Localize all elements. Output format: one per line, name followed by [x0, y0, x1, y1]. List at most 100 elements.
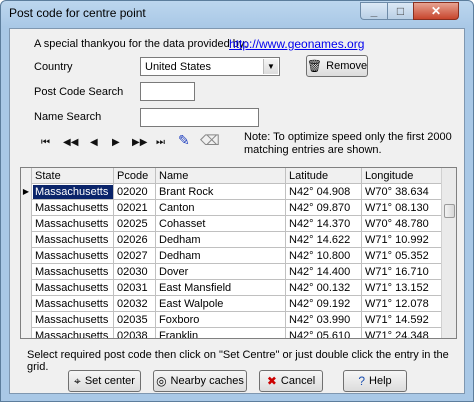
scrollbar-thumb[interactable] [444, 204, 455, 218]
postcode-search-input[interactable] [140, 82, 195, 101]
cell-longitude[interactable]: W71° 08.130 [363, 201, 439, 215]
cell-latitude[interactable]: N42° 14.622 [287, 233, 361, 247]
cell-longitude[interactable]: W71° 16.710 [363, 265, 439, 279]
cell-longitude[interactable]: W71° 05.352 [363, 249, 439, 263]
cell-latitude[interactable]: N42° 09.192 [287, 297, 361, 311]
cell-latitude[interactable]: N42° 10.800 [287, 249, 361, 263]
cell-state[interactable]: Massachusetts [33, 249, 113, 263]
cell-state[interactable]: Massachusetts [33, 233, 113, 247]
next-record-button[interactable]: ▶ [112, 137, 120, 148]
row-selector[interactable] [21, 264, 32, 280]
cell-state[interactable]: Massachusetts [33, 217, 113, 231]
cell-name[interactable]: Brant Rock [157, 185, 285, 199]
row-selector[interactable] [21, 328, 32, 338]
help-button[interactable]: ? Help [343, 370, 407, 392]
column-header-name[interactable]: Name [157, 169, 285, 183]
row-selector[interactable] [21, 312, 32, 328]
cell-name[interactable]: Dedham [157, 233, 285, 247]
cell-pcode[interactable]: 02031 [115, 281, 155, 295]
column-header-latitude[interactable]: Latitude [287, 169, 361, 183]
edit-pencil-icon[interactable]: ✎ [178, 132, 190, 149]
row-selector[interactable] [21, 200, 32, 216]
cell-name[interactable]: Canton [157, 201, 285, 215]
column-header-pcode[interactable]: Pcode [115, 169, 155, 183]
table-row[interactable]: Massachusetts 02038 Franklin N42° 05.610 W71… [21, 328, 442, 338]
prev-page-button[interactable]: ◀◀ [63, 137, 78, 148]
cell-longitude[interactable]: W70° 48.780 [363, 217, 439, 231]
maximize-button[interactable]: □ [387, 2, 413, 20]
cell-longitude[interactable]: W71° 12.078 [363, 297, 439, 311]
grid-vertical-scrollbar[interactable] [441, 168, 456, 338]
next-page-button[interactable]: ▶▶ [132, 137, 147, 148]
prev-record-button[interactable]: ◀ [90, 137, 98, 148]
cancel-button[interactable]: ✖ Cancel [259, 370, 323, 392]
cell-state[interactable]: Massachusetts [33, 329, 113, 338]
dropdown-arrow-icon[interactable]: ▼ [263, 59, 278, 74]
cell-longitude[interactable]: W71° 14.592 [363, 313, 439, 327]
geonames-link[interactable]: http://www.geonames.org [229, 37, 364, 51]
cell-pcode[interactable]: 02020 [115, 185, 155, 199]
cell-name[interactable]: Foxboro [157, 313, 285, 327]
cell-pcode[interactable]: 02032 [115, 297, 155, 311]
table-row[interactable]: Massachusetts 02035 Foxboro N42° 03.990 W71°… [21, 312, 442, 328]
cell-name[interactable]: Dover [157, 265, 285, 279]
cell-name[interactable]: East Mansfield [157, 281, 285, 295]
cell-name[interactable]: Cohasset [157, 217, 285, 231]
cell-latitude[interactable]: N42° 09.870 [287, 201, 361, 215]
current-row-indicator-icon[interactable]: ▶ [21, 184, 32, 200]
cell-state[interactable]: Massachusetts [33, 313, 113, 327]
cell-state[interactable]: Massachusetts [33, 201, 113, 215]
cell-latitude[interactable]: N42° 04.908 [287, 185, 361, 199]
postcode-grid[interactable]: State Pcode Name Latitude Longitude ▶ Mas… [20, 167, 457, 339]
table-row[interactable]: Massachusetts 02021 Canton N42° 09.870 W71° … [21, 200, 442, 216]
country-dropdown[interactable]: United States ▼ [140, 57, 280, 76]
cell-latitude[interactable]: N42° 14.400 [287, 265, 361, 279]
cell-latitude[interactable]: N42° 14.370 [287, 217, 361, 231]
table-row[interactable]: Massachusetts 02025 Cohasset N42° 14.370 W70… [21, 216, 442, 232]
column-header-state[interactable]: State [33, 169, 113, 183]
column-header-longitude[interactable]: Longitude [363, 169, 439, 183]
cell-latitude[interactable]: N42° 05.610 [287, 329, 361, 338]
row-selector[interactable] [21, 296, 32, 312]
cell-pcode[interactable]: 02038 [115, 329, 155, 338]
title-bar[interactable]: Post code for centre point _ □ ✕ [1, 1, 473, 27]
minimize-button[interactable]: _ [360, 2, 387, 20]
cell-state[interactable]: Massachusetts [33, 281, 113, 295]
cell-latitude[interactable]: N42° 03.990 [287, 313, 361, 327]
table-row[interactable]: ▶ Massachusetts 02020 Brant Rock N42° 04.908… [21, 184, 442, 200]
cell-name[interactable]: Dedham [157, 249, 285, 263]
cell-latitude[interactable]: N42° 00.132 [287, 281, 361, 295]
name-search-input[interactable] [140, 108, 259, 127]
cell-longitude[interactable]: W70° 38.634 [363, 185, 439, 199]
remove-button[interactable]: 🗑 Remove [306, 55, 368, 77]
cell-pcode[interactable]: 02021 [115, 201, 155, 215]
cell-longitude[interactable]: W71° 24.348 [363, 329, 439, 338]
cell-pcode[interactable]: 02026 [115, 233, 155, 247]
table-row[interactable]: Massachusetts 02026 Dedham N42° 14.622 W71° … [21, 232, 442, 248]
close-window-button[interactable]: ✕ [413, 2, 459, 20]
table-row[interactable]: Massachusetts 02030 Dover N42° 14.400 W71° 1… [21, 264, 442, 280]
cell-longitude[interactable]: W71° 13.152 [363, 281, 439, 295]
table-row[interactable]: Massachusetts 02031 East Mansfield N42° 00.… [21, 280, 442, 296]
cell-pcode[interactable]: 02035 [115, 313, 155, 327]
cell-pcode[interactable]: 02027 [115, 249, 155, 263]
cell-name[interactable]: Franklin [157, 329, 285, 338]
last-record-button[interactable]: ⏭ [156, 137, 165, 148]
table-row[interactable]: Massachusetts 02027 Dedham N42° 10.800 W71° … [21, 248, 442, 264]
cell-longitude[interactable]: W71° 10.992 [363, 233, 439, 247]
cell-state[interactable]: Massachusetts [33, 297, 113, 311]
eraser-icon[interactable]: ⌫ [200, 132, 220, 149]
row-selector[interactable] [21, 216, 32, 232]
row-selector[interactable] [21, 248, 32, 264]
cell-pcode[interactable]: 02025 [115, 217, 155, 231]
table-row[interactable]: Massachusetts 02032 East Walpole N42° 09.19… [21, 296, 442, 312]
cell-name[interactable]: East Walpole [157, 297, 285, 311]
nearby-caches-button[interactable]: ◎ Nearby caches [153, 370, 247, 392]
cell-pcode[interactable]: 02030 [115, 265, 155, 279]
set-center-button[interactable]: ⌖ Set center [68, 370, 141, 392]
row-selector[interactable] [21, 280, 32, 296]
cell-state[interactable]: Massachusetts [33, 185, 113, 199]
cell-state[interactable]: Massachusetts [33, 265, 113, 279]
row-selector[interactable] [21, 232, 32, 248]
first-record-button[interactable]: ⏮ [41, 137, 50, 148]
